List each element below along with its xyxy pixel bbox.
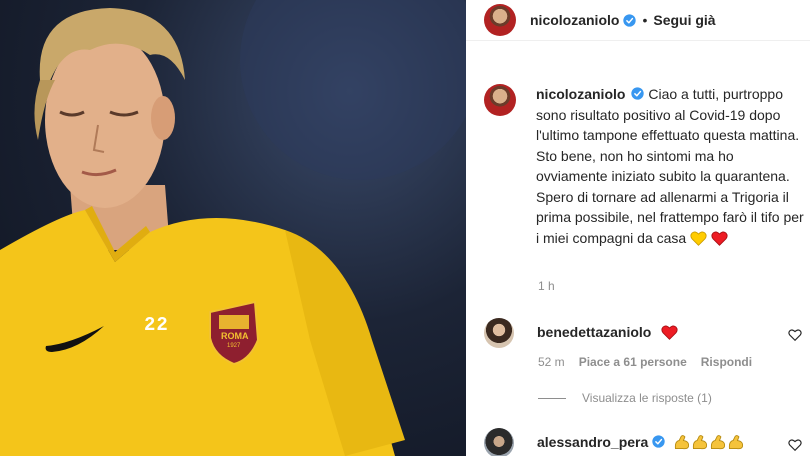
comment-item: benedettazaniolo 52 m Piace a 61 persone…	[484, 318, 810, 369]
view-replies-label[interactable]: Visualizza le risposte (1)	[582, 391, 712, 405]
caption-avatar[interactable]	[484, 84, 516, 116]
post-header: nicolozaniolo • Segui già	[466, 0, 810, 40]
caption-text: Ciao a tutti, purtroppo sono risultato p…	[536, 86, 804, 246]
comment-meta: 52 m Piace a 61 persone Rispondi	[538, 355, 752, 369]
comment-likes[interactable]: Piace a 61 persone	[579, 355, 687, 369]
separator-dot: •	[642, 12, 648, 28]
like-comment-heart-icon[interactable]	[788, 438, 802, 452]
commenter-username[interactable]: alessandro_pera	[537, 434, 648, 450]
comment-item: alessandro_pera	[484, 428, 810, 456]
flexed-biceps-icon	[711, 435, 726, 450]
following-button[interactable]: Segui già	[653, 12, 715, 28]
biceps-emojis	[673, 434, 745, 450]
verified-badge-icon	[623, 13, 637, 27]
post-detail-panel: nicolozaniolo • Segui già nicolozaniolo …	[466, 0, 810, 456]
commenter-username[interactable]: benedettazaniolo	[537, 324, 651, 340]
verified-badge-icon	[652, 435, 665, 448]
flexed-biceps-icon	[675, 435, 690, 450]
yellow-heart-icon	[690, 231, 707, 246]
player-illustration	[0, 0, 466, 456]
view-replies[interactable]: Visualizza le risposte (1)	[538, 391, 712, 405]
author-username[interactable]: nicolozaniolo	[530, 12, 619, 28]
post-photo[interactable]: 22 ROMA 1927	[0, 0, 466, 456]
commenter-avatar[interactable]	[484, 318, 514, 348]
red-heart-icon	[711, 231, 728, 246]
like-comment-heart-icon[interactable]	[788, 328, 802, 342]
reply-button[interactable]: Rispondi	[701, 355, 752, 369]
author-avatar[interactable]	[484, 4, 516, 36]
crest-text: ROMA	[221, 331, 249, 341]
jersey-number: 22	[144, 314, 169, 336]
verified-badge-icon	[631, 87, 645, 100]
post-timestamp[interactable]: 1 h	[538, 279, 555, 293]
comment-time[interactable]: 52 m	[538, 355, 565, 369]
crest-year: 1927	[227, 343, 241, 349]
flexed-biceps-icon	[729, 435, 744, 450]
caption: nicolozaniolo Ciao a tutti, purtroppo so…	[484, 84, 804, 248]
flexed-biceps-icon	[693, 435, 708, 450]
caption-username[interactable]: nicolozaniolo	[536, 86, 625, 102]
header-divider	[466, 40, 810, 41]
replies-line	[538, 397, 566, 399]
commenter-avatar[interactable]	[484, 428, 514, 456]
red-heart-icon	[661, 325, 678, 340]
